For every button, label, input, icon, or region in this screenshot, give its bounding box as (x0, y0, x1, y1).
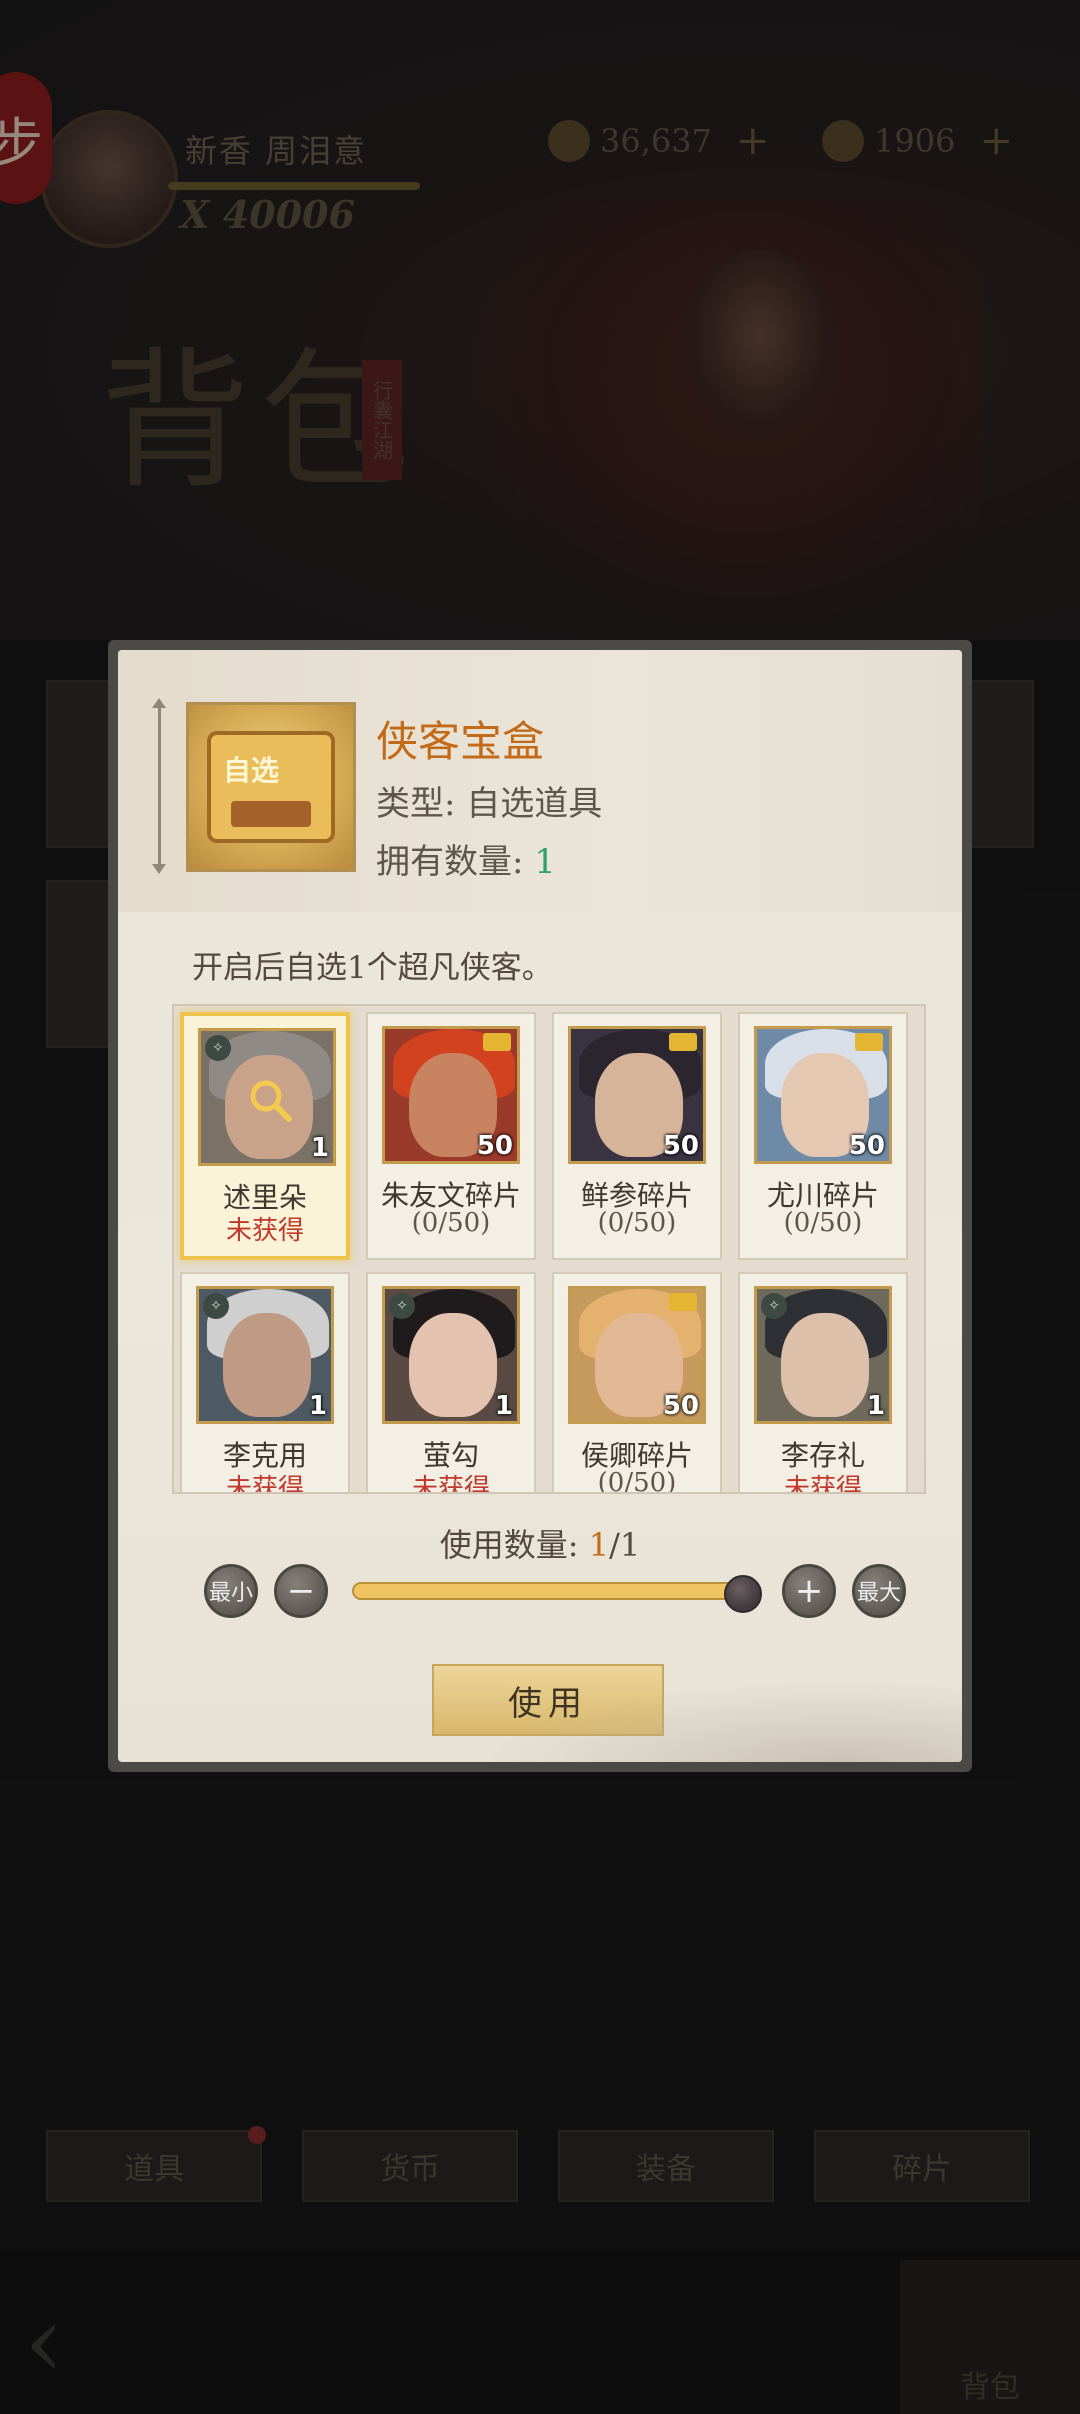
hero-status: 未获得 (225, 1216, 304, 1246)
chest-icon (207, 731, 335, 843)
plus-button[interactable]: + (782, 1564, 836, 1618)
count-badge: 1 (494, 1391, 513, 1421)
hero-status: (0/50) (783, 1208, 863, 1238)
key-icon (483, 1033, 511, 1051)
quantity-slider[interactable] (352, 1582, 738, 1600)
hero-portrait: ✧ 1 (382, 1286, 520, 1424)
minus-icon: − (286, 1571, 316, 1611)
hero-status: (0/50) (411, 1208, 491, 1238)
hero-card-licunli[interactable]: ✧ 1 李存礼 未获得 (738, 1272, 908, 1494)
hero-card-likeyong[interactable]: ✧ 1 李克用 未获得 (180, 1272, 350, 1494)
item-description: 开启后自选1个超凡侠客。 (192, 950, 553, 986)
item-owned: 拥有数量: 1 (376, 834, 556, 883)
hero-status: (0/50) (597, 1208, 677, 1238)
faction-icon: ✧ (761, 1293, 787, 1319)
key-icon (669, 1293, 697, 1311)
count-badge: 1 (308, 1391, 327, 1421)
hero-card-shuliduo[interactable]: ✧ 1 述里朵 未获得 (180, 1012, 350, 1260)
decorative-rule (152, 698, 166, 874)
hero-portrait: ✧ 1 (196, 1286, 334, 1424)
hero-status: (0/50) (597, 1468, 677, 1494)
hero-portrait: ✧ 1 (198, 1028, 336, 1166)
quantity-current: 1 (588, 1526, 610, 1564)
item-dialog-body: 侠客宝盒 类型: 自选道具 拥有数量: 1 开启后自选1个超凡侠客。 ✧ 1 (118, 650, 962, 1762)
max-label: 最大 (856, 1581, 901, 1606)
use-quantity: 使用数量: 1/1 (118, 1520, 962, 1566)
hero-portrait: 50 (568, 1026, 706, 1164)
quantity-label: 使用数量: (439, 1526, 589, 1564)
plus-icon: + (794, 1571, 824, 1611)
faction-icon: ✧ (205, 1035, 231, 1061)
item-type: 类型: 自选道具 (376, 784, 603, 824)
face-shape (409, 1313, 497, 1417)
ink-landscape (478, 1682, 962, 1762)
hero-status: 未获得 (225, 1474, 304, 1494)
hero-status: 未获得 (783, 1474, 862, 1494)
hero-status: 未获得 (411, 1474, 490, 1494)
count-badge: 50 (662, 1391, 699, 1421)
faction-icon: ✧ (389, 1293, 415, 1319)
count-badge: 1 (310, 1133, 329, 1163)
owned-count: 1 (534, 842, 556, 882)
count-badge: 50 (848, 1131, 885, 1161)
hero-card-xianshen[interactable]: 50 鲜参碎片 (0/50) (552, 1012, 722, 1260)
max-button[interactable]: 最大 (852, 1564, 906, 1618)
min-button[interactable]: 最小 (204, 1564, 258, 1618)
slider-handle[interactable] (724, 1575, 762, 1613)
item-dialog: 侠客宝盒 类型: 自选道具 拥有数量: 1 开启后自选1个超凡侠客。 ✧ 1 (108, 640, 972, 1772)
hero-portrait: 50 (754, 1026, 892, 1164)
count-badge: 50 (476, 1131, 513, 1161)
count-badge: 1 (866, 1391, 885, 1421)
quantity-total: /1 (609, 1526, 641, 1564)
hero-card-houqing[interactable]: 50 侯卿碎片 (0/50) (552, 1272, 722, 1494)
hero-portrait: ✧ 1 (754, 1286, 892, 1424)
faction-icon: ✧ (203, 1293, 229, 1319)
treasure-box-icon (186, 702, 356, 872)
hero-card-yinggou[interactable]: ✧ 1 萤勾 未获得 (366, 1272, 536, 1494)
hero-choice-grid[interactable]: ✧ 1 述里朵 未获得 50 朱友文碎片 (0/50) 50 鲜参碎片 (0/5… (172, 1004, 926, 1494)
magnifier-icon[interactable] (245, 1075, 295, 1125)
face-shape (781, 1313, 869, 1417)
hero-card-youchuan[interactable]: 50 尤川碎片 (0/50) (738, 1012, 908, 1260)
hero-card-zhuyouwen[interactable]: 50 朱友文碎片 (0/50) (366, 1012, 536, 1260)
face-shape (223, 1313, 311, 1417)
minus-button[interactable]: − (274, 1564, 328, 1618)
item-name: 侠客宝盒 (376, 717, 545, 766)
count-badge: 50 (662, 1131, 699, 1161)
hero-portrait: 50 (382, 1026, 520, 1164)
key-icon (855, 1033, 883, 1051)
hero-portrait: 50 (568, 1286, 706, 1424)
min-label: 最小 (208, 1581, 253, 1606)
owned-label: 拥有数量: (376, 842, 535, 882)
key-icon (669, 1033, 697, 1051)
